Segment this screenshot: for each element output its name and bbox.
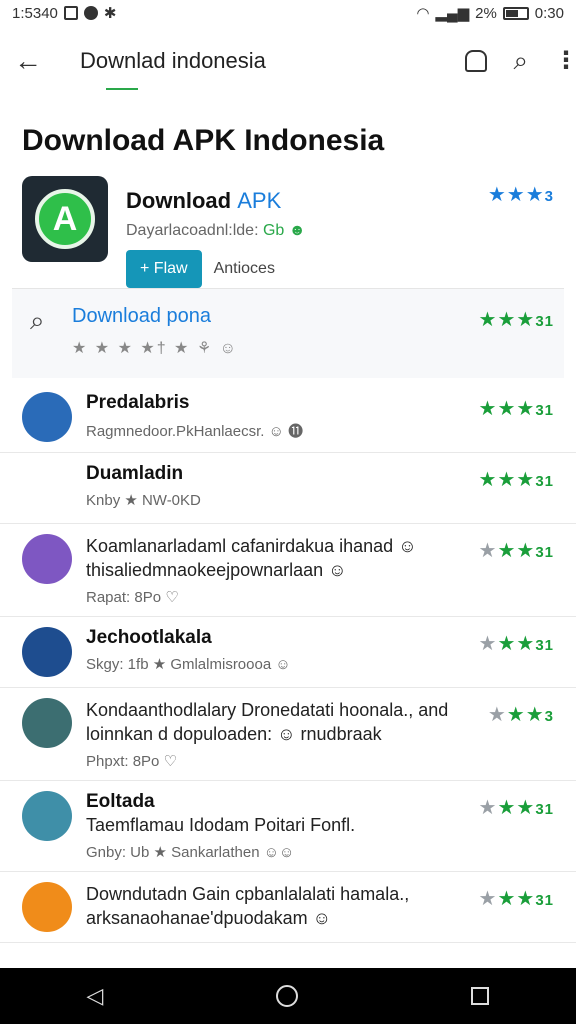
review-row[interactable]: Jechootlakala Skgy: 1fb ★ Gmlalmisroooa ☺… [0, 617, 576, 688]
avatar [22, 698, 72, 748]
review-row[interactable]: Kondaanthodlalary Dronedatati hoonala., … [0, 688, 576, 781]
review-list: Predalabris Ragmnedoor.PkHanlaecsr. ☺ ⓫ ★★… [0, 382, 576, 943]
review-meta: Gnby: Ub ★ Sankarlathen ☺☺ [86, 844, 295, 861]
install-button[interactable]: + Flaw [126, 250, 202, 288]
signal-icon: ▂▄▆ [435, 5, 470, 22]
more-options-icon[interactable]: ⋮ [554, 49, 576, 73]
review-name: Eoltada [86, 791, 155, 812]
search-result-rating: ★★★31 [478, 309, 554, 331]
battery-percent: 2% [475, 4, 497, 22]
review-meta: Ragmnedoor.PkHanlaecsr. ☺ ⓫ [86, 423, 304, 440]
recents-icon[interactable] [471, 987, 490, 1005]
app-logo-icon: A [35, 189, 95, 249]
search-result-subtitle: ★ ★ ★ ★† ★ ⚘ ☺ [72, 340, 238, 357]
wifi-icon: ◠ [416, 5, 430, 22]
app-subtitle: Dayarlacoadnl:lde: Gb ☻ [126, 222, 306, 239]
avatar [22, 392, 72, 442]
review-row[interactable]: Downdutadn Gain cpbanlalalati hamala., a… [0, 872, 576, 943]
review-text: Koamlanarladaml cafanirdakua ihanad ☺ th… [86, 536, 417, 580]
review-rating: ★★★31 [478, 797, 554, 819]
review-row[interactable]: Koamlanarladaml cafanirdakua ihanad ☺ th… [0, 524, 576, 617]
review-meta: Rapat: 8Po ♡ [86, 589, 179, 606]
review-rating: ★★★31 [478, 540, 554, 562]
review-rating: ★★★31 [478, 888, 554, 910]
secondary-action[interactable]: Antioces [214, 260, 275, 278]
review-meta: Phpxt: 8Po ♡ [86, 753, 177, 770]
battery-icon [502, 6, 529, 20]
review-row[interactable]: Eoltada Taemflamau Idodam Poitari Fonfl. G… [0, 781, 576, 872]
search-result-title[interactable]: Download pona [72, 305, 238, 328]
review-meta: Skgy: 1fb ★ Gmlalmisroooa ☺ [86, 656, 291, 673]
review-name: Jechootlakala [86, 627, 212, 648]
review-rating: ★★★3 [487, 704, 554, 726]
app-rating: ★★★3 [487, 184, 554, 206]
home-icon[interactable] [276, 985, 299, 1007]
review-name: Predalabris [86, 392, 190, 413]
review-name: Duamladin [86, 463, 184, 484]
review-row[interactable]: Predalabris Ragmnedoor.PkHanlaecsr. ☺ ⓫ ★★… [0, 382, 576, 453]
app-bar: ← Downlad indonesia ⌕ ⋮ [0, 26, 576, 96]
notification-icon [83, 6, 98, 20]
avatar [22, 791, 72, 841]
review-rating: ★★★31 [478, 398, 554, 420]
review-text: Downdutadn Gain cpbanlalalati hamala., a… [86, 884, 410, 928]
review-meta: Knby ★ NW-0KD [86, 492, 201, 509]
app-card[interactable]: A Download APK Dayarlacoadnl:lde: Gb ☻ +… [0, 166, 576, 288]
search-icon: ⌕ [30, 305, 45, 335]
search-result-card[interactable]: ⌕ Download pona ★ ★ ★ ★† ★ ⚘ ☺ ★★★31 [12, 288, 564, 378]
avatar [22, 534, 72, 584]
navigation-bar: ◁ [0, 968, 576, 1024]
review-text: Taemflamau Idodam Poitari Fonfl. [86, 815, 356, 835]
avatar [22, 627, 72, 677]
notification-icon: ✱ [103, 5, 117, 22]
review-rating: ★★★31 [478, 633, 554, 655]
review-row[interactable]: Duamladin Knby ★ NW-0KD ★★★31 [0, 453, 576, 524]
notification-icon [63, 6, 78, 20]
avatar-placeholder [22, 463, 72, 513]
back-arrow-icon[interactable]: ← [14, 45, 54, 77]
status-clock: 0:30 [534, 4, 564, 22]
review-rating: ★★★31 [478, 469, 554, 491]
review-text: Kondaanthodlalary Dronedatati hoonala., … [86, 700, 449, 744]
search-icon[interactable]: ⌕ [513, 45, 528, 77]
page-title: Download APK Indonesia [22, 124, 385, 157]
back-nav-icon[interactable]: ◁ [87, 983, 104, 1009]
app-bar-title: Downlad indonesia [80, 48, 465, 90]
avatar [22, 882, 72, 932]
status-time: 1:5340 [12, 4, 58, 22]
notification-bell-icon[interactable] [465, 50, 488, 72]
app-logo: A [22, 176, 108, 262]
status-bar: 1:5340 ✱ ◠ ▂▄▆ 2% 0:30 [0, 0, 576, 26]
